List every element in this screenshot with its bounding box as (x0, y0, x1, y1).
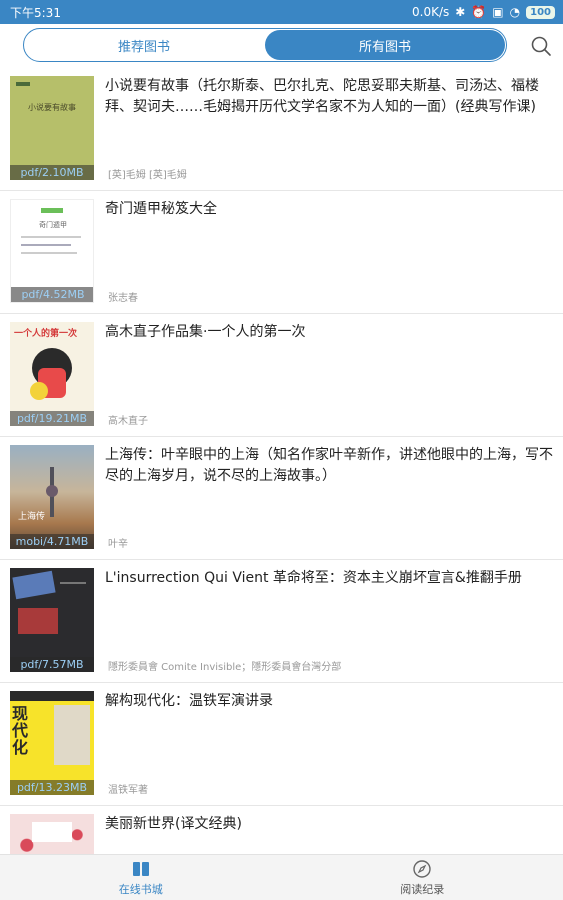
cover-band (10, 691, 94, 701)
file-format-tag: pdf/4.52MB (11, 287, 93, 302)
cover-line (21, 244, 71, 246)
nav-reading-history[interactable]: 阅读纪录 (282, 855, 563, 900)
file-format-tag: mobi/4.71MB (10, 534, 94, 549)
book-cover: 现代化 pdf/13.23MB (10, 691, 94, 795)
compass-icon (413, 859, 431, 878)
nav-online-bookstore[interactable]: 在线书城 (0, 855, 282, 900)
book-author: 温铁军著 (108, 785, 148, 796)
cover-text: 一个人的第一次 (14, 329, 78, 339)
book-item[interactable]: 一个人的第一次 pdf/19.21MB 高木直子作品集·一个人的第一次 高木直子 (0, 314, 563, 437)
book-item[interactable]: 现代化 pdf/13.23MB 解构现代化：温铁军演讲录 温铁军著 (0, 683, 563, 806)
cover-label (32, 822, 72, 842)
book-cover: 小说要有故事 pdf/2.10MB (10, 76, 94, 180)
cover-text: 现代化 (12, 704, 29, 757)
publisher-mark-icon (16, 82, 30, 86)
cover-text: 上海传 (18, 512, 46, 522)
nav-label: 阅读纪录 (400, 882, 445, 896)
tab-all-books[interactable]: 所有图书 (265, 30, 505, 60)
book-author: 高木直子 (108, 416, 148, 427)
book-cover: 奇门遁甲 pdf/4.52MB (10, 199, 94, 303)
book-item[interactable]: 奇门遁甲 pdf/4.52MB 奇门遁甲秘笈大全 张志春 (0, 191, 563, 314)
cover-line (21, 252, 77, 254)
nav-label: 在线书城 (118, 882, 163, 896)
cover-sticker (12, 570, 56, 600)
status-time: 下午5:31 (10, 5, 61, 20)
book-cover: 一个人的第一次 pdf/19.21MB (10, 322, 94, 426)
book-title: 上海传：叶辛眼中的上海（知名作家叶辛新作，讲述他眼中的上海，写不尽的上海岁月，说… (105, 447, 553, 484)
cover-line (21, 236, 81, 238)
file-format-tag: pdf/2.10MB (10, 165, 94, 180)
book-author: 隱形委員會 Comite Invisible；隱形委員會台灣分部 (108, 662, 342, 673)
book-title: 小说要有故事（托尔斯泰、巴尔扎克、陀思妥耶夫斯基、司汤达、福楼拜、契诃夫……毛姆… (105, 78, 539, 115)
bottom-nav: 在线书城 阅读纪录 (0, 854, 563, 900)
book-author: 叶辛 (108, 539, 128, 550)
book-author: 张志春 (108, 293, 138, 304)
file-format-tag: pdf/13.23MB (10, 780, 94, 795)
book-item[interactable]: pdf/7.57MB L'insurrection Qui Vient 革命将至… (0, 560, 563, 683)
cover-line (60, 582, 86, 584)
book-title: 高木直子作品集·一个人的第一次 (105, 324, 306, 340)
book-icon (132, 861, 149, 876)
book-cover (10, 814, 94, 854)
book-tabs: 推荐图书 所有图书 (23, 28, 507, 62)
cover-logo-icon (41, 208, 63, 213)
status-icons: 0.0K/s ✱ ⏰ ▣ ◔ 100 (412, 5, 555, 19)
book-cover: 上海传 mobi/4.71MB (10, 445, 94, 549)
net-speed: 0.0K/s (412, 5, 450, 19)
tab-recommended[interactable]: 推荐图书 (24, 29, 264, 61)
tower-sphere (46, 485, 58, 497)
book-author: [英]毛姆 [英]毛姆 (108, 170, 187, 181)
search-icon[interactable] (529, 34, 553, 58)
wifi-icon: ◔ (509, 5, 521, 19)
cover-block (18, 608, 58, 634)
status-bar: 下午5:31 0.0K/s ✱ ⏰ ▣ ◔ 100 (0, 0, 563, 24)
book-title: L'insurrection Qui Vient 革命将至：资本主义崩坏宣言&推… (105, 570, 522, 586)
book-title: 解构现代化：温铁军演讲录 (105, 693, 273, 709)
book-title: 奇门遁甲秘笈大全 (105, 201, 217, 217)
author-portrait (54, 705, 90, 765)
header: 推荐图书 所有图书 (0, 24, 563, 68)
book-item[interactable]: 小说要有故事 pdf/2.10MB 小说要有故事（托尔斯泰、巴尔扎克、陀思妥耶夫… (0, 68, 563, 191)
cover-text: 小说要有故事 (28, 103, 76, 112)
book-list[interactable]: 小说要有故事 pdf/2.10MB 小说要有故事（托尔斯泰、巴尔扎克、陀思妥耶夫… (0, 68, 563, 854)
character-item (30, 382, 48, 400)
file-format-tag: pdf/7.57MB (10, 657, 94, 672)
cover-text: 奇门遁甲 (39, 221, 67, 229)
book-cover: pdf/7.57MB (10, 568, 94, 672)
battery-icon: 100 (526, 5, 555, 19)
book-item[interactable]: 美丽新世界(译文经典) (0, 806, 563, 854)
alarm-icon: ⏰ (471, 5, 487, 19)
file-format-tag: pdf/19.21MB (10, 411, 94, 426)
book-item[interactable]: 上海传 mobi/4.71MB 上海传：叶辛眼中的上海（知名作家叶辛新作，讲述他… (0, 437, 563, 560)
bluetooth-icon: ✱ (455, 5, 466, 19)
book-title: 美丽新世界(译文经典) (105, 816, 242, 832)
sim-icon: ▣ (492, 5, 504, 19)
